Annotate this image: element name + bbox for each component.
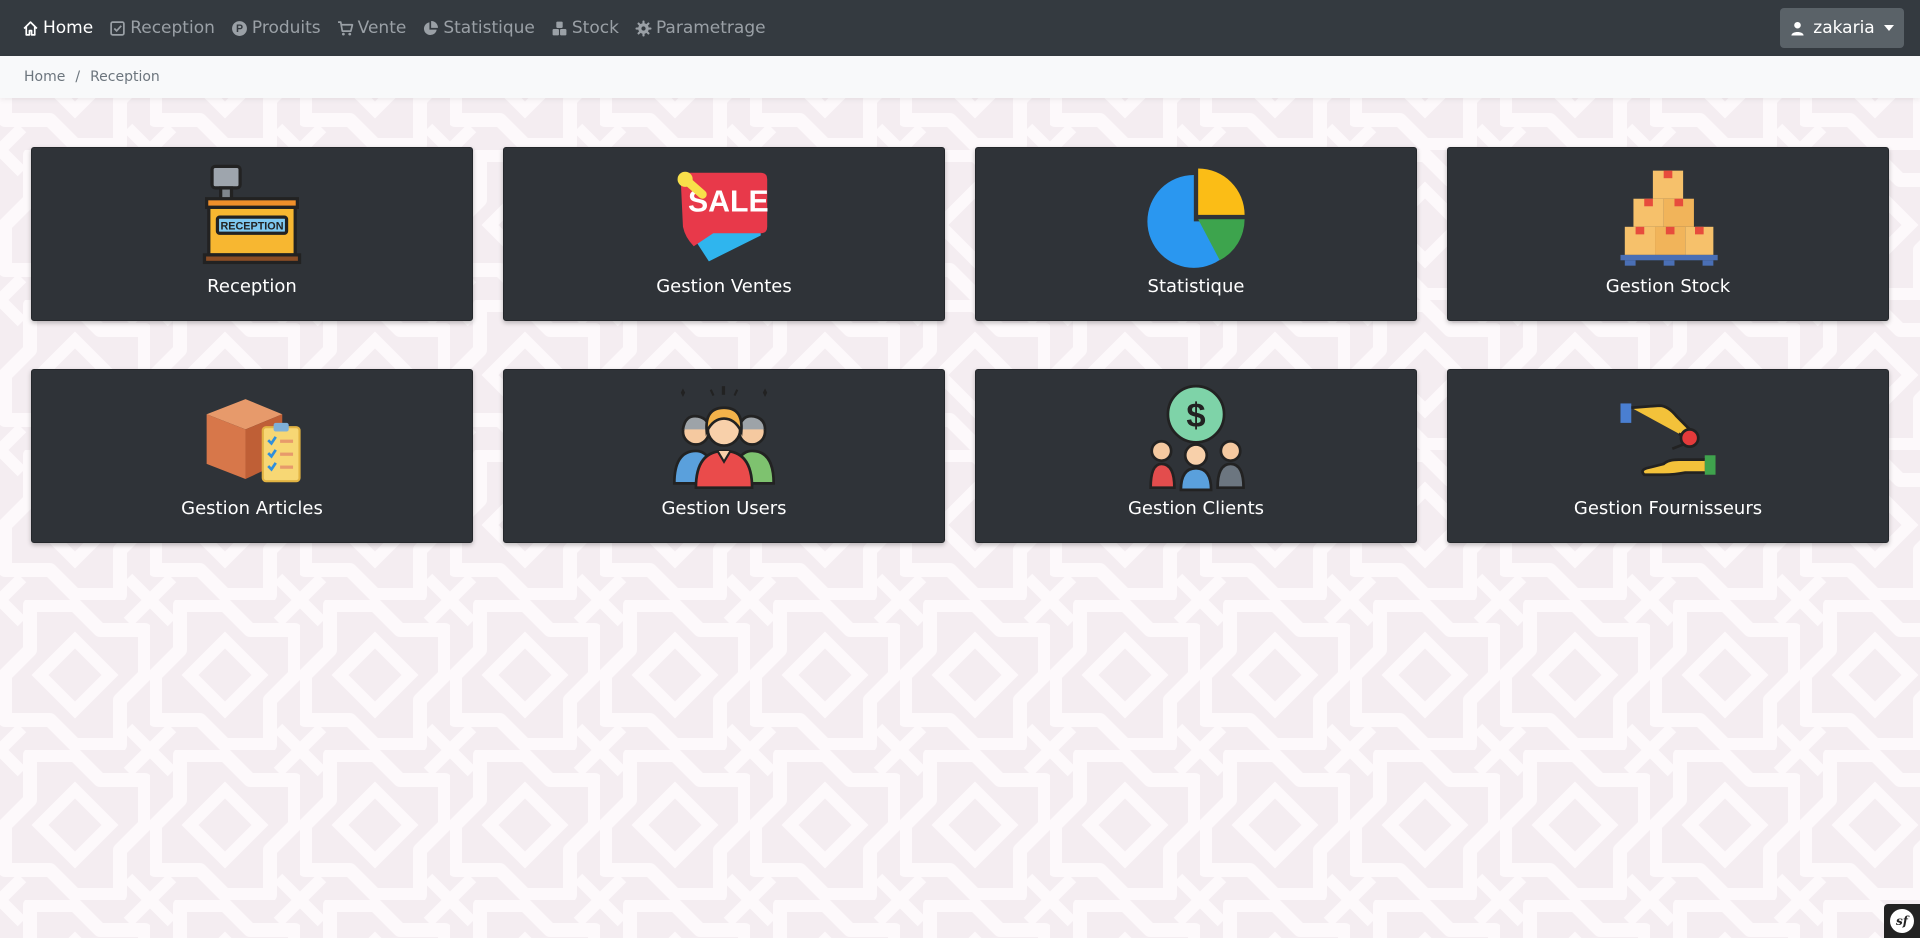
gear-icon bbox=[635, 20, 652, 36]
users-group-icon bbox=[672, 386, 776, 490]
tile-label: Gestion Articles bbox=[181, 498, 323, 519]
tile-statistique[interactable]: Statistique bbox=[975, 147, 1417, 321]
nav-item-stock[interactable]: Stock bbox=[551, 18, 619, 38]
tile-label: Gestion Clients bbox=[1127, 498, 1265, 519]
boxes-pallet-icon bbox=[1620, 170, 1718, 266]
nav-item-label: Home bbox=[43, 18, 94, 38]
nav-item-label: Reception bbox=[130, 18, 215, 38]
user-menu-button[interactable]: zakaria bbox=[1780, 8, 1904, 48]
nav-item-parametrage[interactable]: Parametrage bbox=[635, 18, 766, 38]
nav-item-label: Stock bbox=[571, 18, 619, 38]
clients-dollar-icon: $ bbox=[1149, 384, 1245, 492]
breadcrumb-separator: / bbox=[75, 69, 81, 85]
nav-item-home[interactable]: Home bbox=[22, 18, 93, 38]
p-circle-icon: P bbox=[231, 20, 247, 36]
pie-chart-icon bbox=[424, 20, 439, 35]
tile-gestion-fournisseurs[interactable]: Gestion Fournisseurs bbox=[1447, 369, 1889, 543]
box-checklist-icon bbox=[206, 399, 301, 483]
tile-label: Reception bbox=[207, 276, 297, 297]
supplier-handshake-icon bbox=[1620, 403, 1716, 477]
tile-gestion-clients[interactable]: $ Gestion Clients bbox=[975, 369, 1417, 543]
tile-label: Statistique bbox=[1147, 276, 1245, 297]
nav-item-label: Parametrage bbox=[655, 18, 766, 38]
nav-item-statistique[interactable]: Statistique bbox=[422, 18, 535, 38]
symfony-icon: sf bbox=[1890, 909, 1914, 933]
user-icon bbox=[1791, 21, 1804, 36]
checkbox-icon bbox=[110, 20, 125, 36]
breadcrumb-item-reception[interactable]: Reception bbox=[90, 69, 160, 85]
home-icon bbox=[23, 20, 38, 36]
tile-gestion-stock[interactable]: Gestion Stock bbox=[1447, 147, 1889, 321]
tile-label: Gestion Fournisseurs bbox=[1573, 498, 1763, 519]
tile-label: Gestion Users bbox=[661, 498, 787, 519]
tile-gestion-ventes[interactable]: SALE Gestion Ventes bbox=[503, 147, 945, 321]
sale-tag-icon: SALE bbox=[677, 171, 769, 262]
svg-text:$: $ bbox=[1186, 397, 1205, 435]
nav-item-label: Vente bbox=[357, 18, 407, 38]
nav-item-label: Produits bbox=[251, 18, 321, 38]
svg-text:RECEPTION: RECEPTION bbox=[221, 221, 284, 233]
tile-gestion-users[interactable]: Gestion Users bbox=[503, 369, 945, 543]
svg-text:P: P bbox=[236, 23, 243, 35]
tile-gestion-articles[interactable]: Gestion Articles bbox=[31, 369, 473, 543]
breadcrumb: Home / Reception bbox=[0, 56, 1920, 98]
top-navbar: Home Reception P Produits Vente Statisti… bbox=[0, 0, 1920, 56]
cubes-icon bbox=[552, 21, 567, 35]
nav-item-vente[interactable]: Vente bbox=[337, 18, 407, 38]
chevron-down-icon bbox=[1883, 25, 1894, 31]
tile-reception[interactable]: RECEPTION Reception bbox=[31, 147, 473, 321]
nav-item-produits[interactable]: P Produits bbox=[231, 18, 321, 38]
tile-label: Gestion Ventes bbox=[656, 276, 792, 297]
nav-links: Home Reception P Produits Vente Statisti… bbox=[0, 18, 782, 38]
user-name: zakaria bbox=[1813, 18, 1875, 38]
nav-item-label: Statistique bbox=[443, 18, 535, 38]
cart-icon bbox=[337, 20, 353, 36]
nav-item-reception[interactable]: Reception bbox=[109, 18, 215, 38]
dashboard-tiles: RECEPTION Reception SALE Gestion Ventes … bbox=[31, 147, 1889, 543]
tile-label: Gestion Stock bbox=[1605, 276, 1731, 297]
breadcrumb-item-home[interactable]: Home bbox=[24, 69, 65, 85]
symfony-debug-toolbar-toggle[interactable]: sf bbox=[1884, 904, 1920, 938]
reception-desk-icon: RECEPTION bbox=[202, 164, 302, 265]
pie-chart-icon bbox=[1147, 168, 1245, 268]
